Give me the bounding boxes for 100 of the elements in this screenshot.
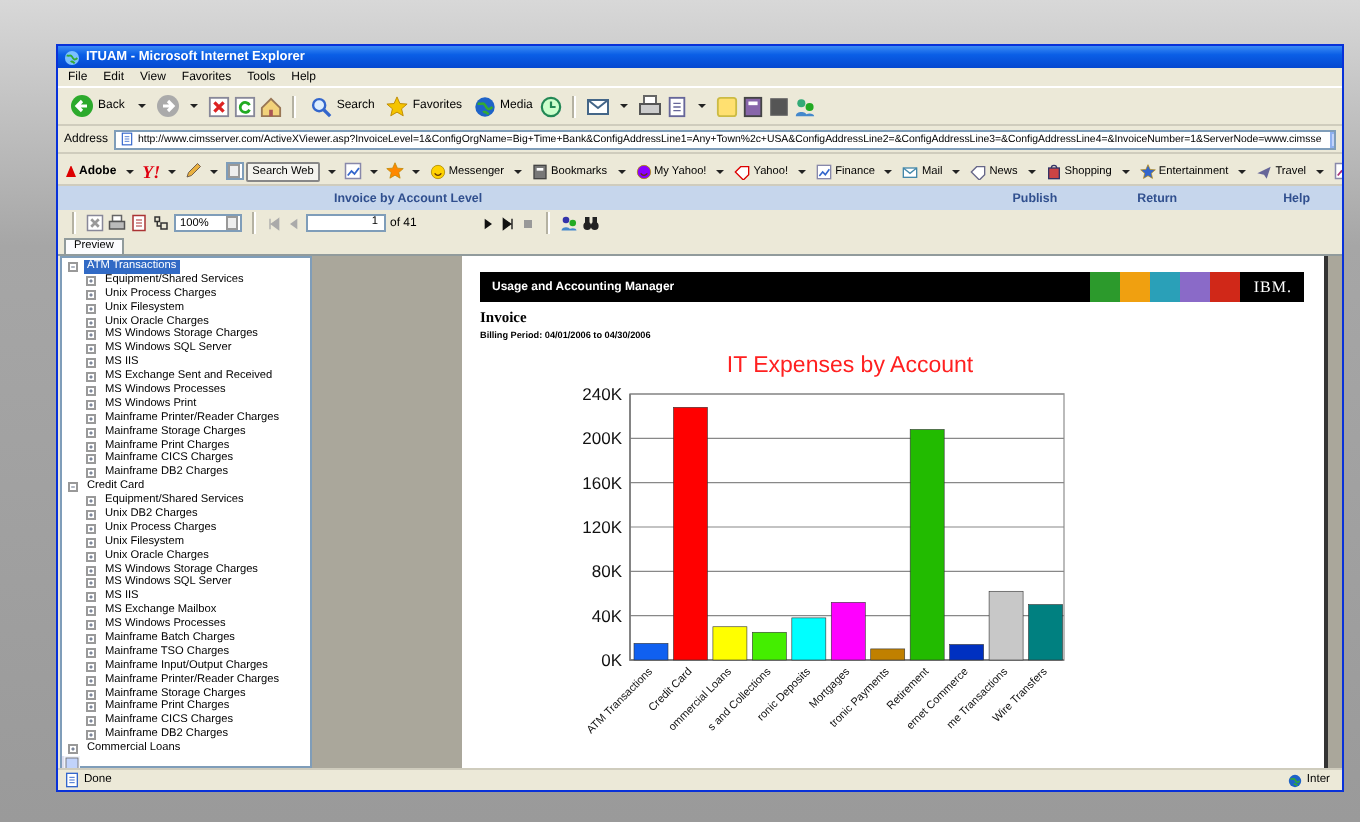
- printer-icon[interactable]: [638, 94, 663, 118]
- expand-icon[interactable]: [86, 578, 96, 589]
- refresh-icon[interactable]: [234, 95, 257, 117]
- expand-icon[interactable]: [86, 565, 96, 576]
- smiley-icon: [635, 163, 652, 179]
- people-icon[interactable]: [794, 95, 817, 117]
- mail-icon: [902, 163, 919, 179]
- axis-label: 40K: [591, 605, 622, 626]
- caret-icon[interactable]: [798, 169, 807, 173]
- search-icon: [310, 95, 333, 117]
- caret-icon[interactable]: [411, 169, 420, 173]
- printer-icon[interactable]: [108, 214, 126, 232]
- last-page-icon[interactable]: [500, 215, 517, 231]
- first-page-icon[interactable]: [266, 215, 282, 231]
- yahoo-button[interactable]: Y!: [142, 161, 161, 181]
- binoculars-icon[interactable]: [582, 214, 601, 232]
- caret-icon[interactable]: [716, 169, 725, 173]
- caret-icon[interactable]: [1027, 169, 1036, 173]
- expand-icon[interactable]: [86, 730, 96, 741]
- expand-icon[interactable]: [86, 689, 96, 700]
- expand-icon[interactable]: [86, 468, 96, 479]
- page-icon: [64, 772, 80, 788]
- caret-icon[interactable]: [210, 169, 219, 173]
- caret-icon[interactable]: [1238, 169, 1247, 173]
- expand-icon[interactable]: [86, 413, 96, 424]
- stop-icon[interactable]: [208, 95, 231, 117]
- star-icon: [1139, 163, 1156, 179]
- caret-icon[interactable]: [1316, 169, 1325, 173]
- forward-button-icon[interactable]: [156, 94, 181, 118]
- expand-icon[interactable]: [86, 716, 96, 727]
- document-icon[interactable]: [666, 95, 689, 117]
- expand-icon[interactable]: [86, 330, 96, 341]
- expand-icon[interactable]: [86, 675, 96, 686]
- expand-icon[interactable]: [86, 358, 96, 369]
- expand-icon[interactable]: [86, 303, 96, 314]
- axis-label: 200K: [582, 428, 622, 449]
- close-icon[interactable]: [86, 214, 104, 232]
- internet-zone-icon: [1288, 773, 1303, 787]
- axis-label: 0K: [601, 650, 622, 670]
- caret-icon[interactable]: [1121, 169, 1130, 173]
- expand-icon[interactable]: [86, 633, 96, 644]
- page-icon: [120, 132, 135, 146]
- expand-icon[interactable]: [68, 744, 78, 755]
- square-icon[interactable]: [768, 95, 791, 117]
- caret-icon[interactable]: [327, 169, 336, 173]
- expand-icon[interactable]: [86, 427, 96, 438]
- home-icon[interactable]: [260, 95, 283, 117]
- caret-icon[interactable]: [884, 169, 893, 173]
- book-icon[interactable]: [742, 95, 765, 117]
- expand-icon[interactable]: [86, 620, 96, 631]
- caret-icon[interactable]: [698, 104, 707, 108]
- pen-icon[interactable]: [184, 162, 203, 180]
- caret-icon[interactable]: [190, 104, 199, 108]
- caret-icon[interactable]: [952, 169, 961, 173]
- expand-icon[interactable]: [86, 496, 96, 507]
- expand-icon[interactable]: [86, 509, 96, 520]
- tag-icon: [970, 163, 987, 179]
- export-icon[interactable]: [130, 214, 148, 232]
- axis-label: 160K: [582, 472, 622, 493]
- globe-icon: [474, 95, 497, 117]
- expand-icon[interactable]: [86, 344, 96, 355]
- caret-icon[interactable]: [126, 169, 135, 173]
- axis-label: 240K: [582, 384, 622, 404]
- expand-icon[interactable]: [86, 592, 96, 603]
- expand-icon[interactable]: [86, 317, 96, 327]
- caret-icon[interactable]: [168, 169, 177, 173]
- history-icon[interactable]: [540, 95, 563, 117]
- collapse-icon[interactable]: [68, 482, 78, 493]
- caret-icon[interactable]: [617, 169, 626, 173]
- expand-icon[interactable]: [86, 454, 96, 465]
- caret-icon[interactable]: [620, 104, 629, 108]
- mail-icon[interactable]: [586, 94, 611, 118]
- expand-icon[interactable]: [86, 661, 96, 672]
- book-icon: [532, 163, 549, 179]
- brand-logo: IBM.: [1251, 278, 1294, 296]
- expand-icon[interactable]: [86, 702, 96, 713]
- expand-icon[interactable]: [86, 399, 96, 410]
- collapse-icon[interactable]: [68, 261, 78, 272]
- expand-icon[interactable]: [86, 551, 96, 562]
- smiley-icon: [429, 163, 446, 179]
- caret-icon[interactable]: [138, 104, 147, 108]
- expand-icon[interactable]: [86, 537, 96, 548]
- next-page-icon[interactable]: [480, 215, 497, 231]
- expand-icon[interactable]: [86, 647, 96, 658]
- axis-label: 120K: [582, 517, 622, 537]
- expand-icon[interactable]: [86, 385, 96, 396]
- expand-icon[interactable]: [86, 523, 96, 534]
- caret-icon[interactable]: [514, 169, 523, 173]
- expand-icon[interactable]: [86, 275, 96, 286]
- axis-label: 80K: [591, 561, 622, 582]
- previous-page-icon[interactable]: [286, 215, 302, 231]
- caret-icon[interactable]: [369, 169, 378, 173]
- chart-title: IT Expenses by Account: [726, 354, 974, 378]
- expand-icon[interactable]: [86, 606, 96, 617]
- expand-icon[interactable]: [86, 372, 96, 383]
- tree-toggle-icon[interactable]: [152, 214, 170, 232]
- search-field[interactable]: [226, 162, 245, 180]
- expand-icon[interactable]: [86, 441, 96, 452]
- plane-icon: [1256, 163, 1273, 179]
- expand-icon[interactable]: [86, 289, 96, 300]
